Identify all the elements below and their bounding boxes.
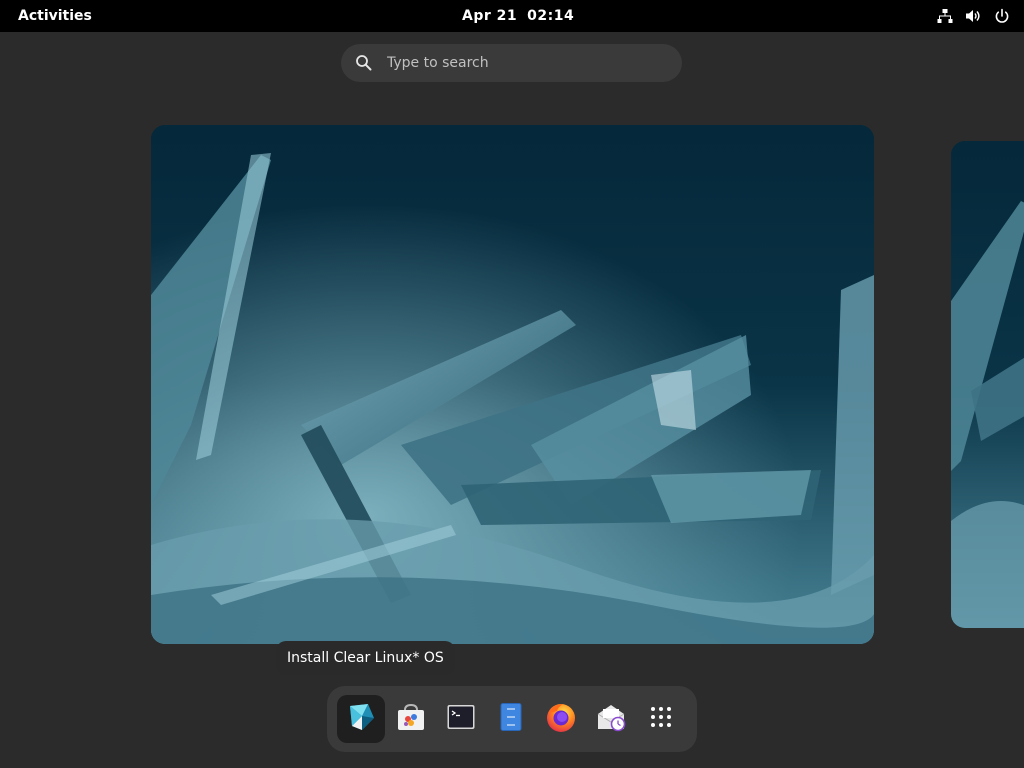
- dash-item-mail[interactable]: [587, 695, 635, 743]
- search-entry[interactable]: [341, 44, 682, 82]
- crystal-wallpaper: [151, 125, 874, 644]
- mail-icon: [595, 701, 627, 737]
- workspace-thumbnail-current[interactable]: [151, 125, 874, 644]
- firefox-icon: [545, 701, 577, 737]
- activities-label: Activities: [18, 8, 92, 24]
- activities-button[interactable]: Activities: [10, 4, 100, 28]
- search-input[interactable]: [385, 54, 649, 72]
- dash-tooltip: Install Clear Linux* OS: [276, 641, 455, 675]
- dash-item-firefox[interactable]: [537, 695, 585, 743]
- dash-item-installer[interactable]: [337, 695, 385, 743]
- dash: [327, 686, 697, 752]
- network-wired-icon: [937, 8, 953, 24]
- clock-button[interactable]: Apr 21 02:14: [452, 4, 584, 28]
- dash-item-show-apps[interactable]: [637, 695, 685, 743]
- app-grid-icon: [649, 705, 673, 733]
- workspace-thumbnail-next[interactable]: [951, 141, 1024, 628]
- system-menu-button[interactable]: [931, 4, 1016, 28]
- dash-item-terminal[interactable]: [437, 695, 485, 743]
- clock-time: 02:14: [527, 8, 575, 24]
- top-panel: Activities Apr 21 02:14: [0, 0, 1024, 32]
- clock-date: Apr 21: [462, 8, 518, 24]
- clear-linux-installer-icon: [344, 700, 378, 738]
- files-icon: [496, 702, 526, 736]
- crystal-wallpaper-next: [951, 141, 1024, 628]
- search-icon: [355, 54, 373, 72]
- dash-item-software[interactable]: [387, 695, 435, 743]
- power-icon: [994, 8, 1010, 24]
- terminal-icon: [446, 702, 476, 736]
- software-store-icon: [395, 701, 427, 737]
- dash-item-files[interactable]: [487, 695, 535, 743]
- tooltip-text: Install Clear Linux* OS: [287, 650, 444, 666]
- volume-icon: [965, 8, 982, 24]
